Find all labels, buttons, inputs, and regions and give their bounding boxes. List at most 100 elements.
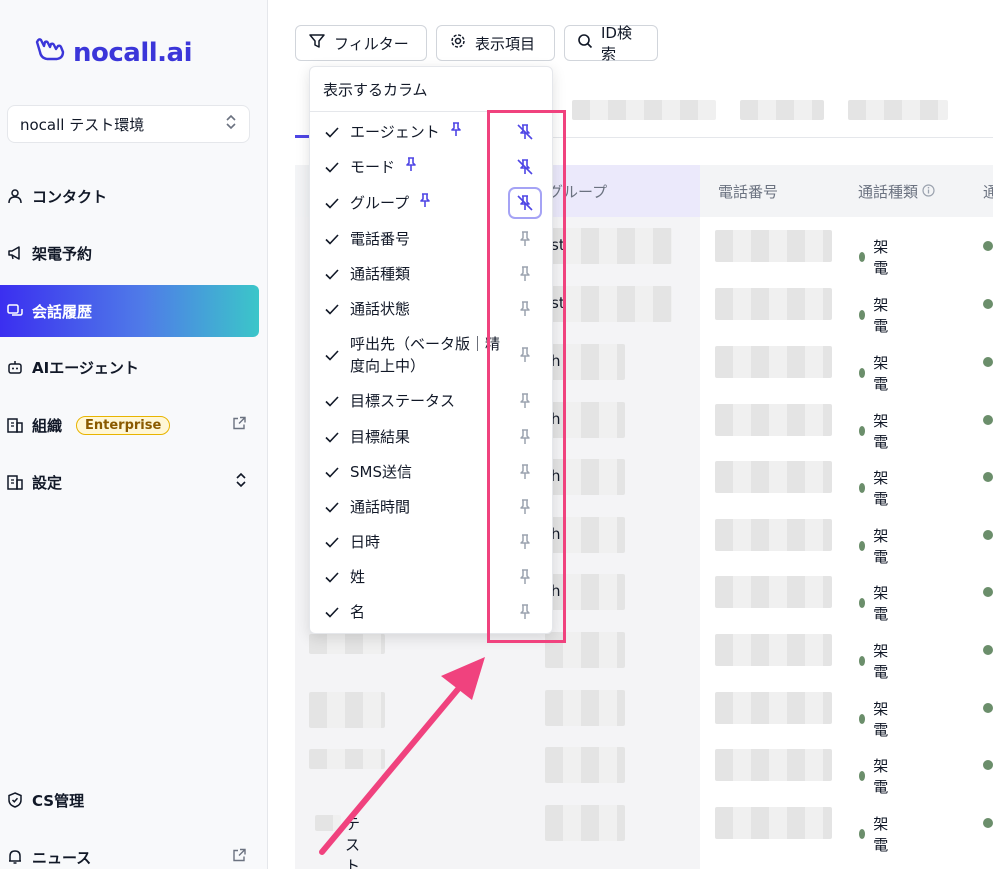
checkmark-icon[interactable] — [324, 534, 340, 550]
id-search-button-label: ID検索 — [601, 24, 632, 63]
sidebar-item-organization[interactable]: 組織 Enterprise — [0, 399, 259, 451]
sidebar-item-label: コンタクト — [32, 187, 108, 206]
call-type-label: 架電 — [873, 700, 889, 739]
status-dot — [859, 310, 866, 320]
column-option-label: 呼出先（ベータ版｜精度向上中） — [350, 335, 501, 375]
column-option-label: 通話種類 — [350, 265, 411, 283]
call-type-cell: 架電 — [859, 698, 892, 740]
checkmark-icon[interactable] — [324, 159, 340, 175]
megaphone-icon — [6, 244, 24, 262]
column-header-phone[interactable]: 電話番号 — [718, 181, 778, 202]
blurred-agent-cell — [309, 692, 385, 728]
column-header-label: 電話番号 — [718, 183, 779, 201]
agent-name-cell: テスト — [345, 815, 361, 869]
status-dot — [983, 530, 993, 540]
sidebar-item-call-schedule[interactable]: 架電予約 — [0, 227, 259, 279]
hand-logo-icon — [33, 36, 67, 70]
sidebar-item-label: ニュース — [32, 848, 92, 867]
checkmark-icon[interactable] — [324, 195, 340, 211]
status-dot — [983, 703, 993, 713]
pinned-indicator-icon — [448, 121, 464, 143]
pinned-indicator-icon — [417, 192, 433, 214]
environment-select-value: nocall テスト環境 — [20, 115, 145, 134]
call-type-cell: 架電 — [859, 582, 892, 624]
column-option-label: 目標ステータス — [350, 392, 456, 410]
call-type-label: 架電 — [873, 412, 889, 451]
column-header-partial[interactable]: 通 — [983, 181, 993, 202]
call-type-cell: 架電 — [859, 410, 892, 452]
call-type-label: 架電 — [873, 238, 889, 277]
checkmark-icon[interactable] — [324, 266, 340, 282]
sidebar-item-label: 会話履歴 — [32, 302, 93, 321]
id-search-button[interactable]: ID検索 — [564, 24, 658, 63]
checkmark-icon[interactable] — [324, 231, 340, 247]
sidebar-item-conversation-history[interactable]: 会話履歴 — [0, 285, 259, 337]
call-type-label: 架電 — [873, 757, 889, 796]
column-option-label: 通話状態 — [350, 300, 411, 318]
status-dot — [859, 426, 866, 436]
checkmark-icon[interactable] — [324, 301, 340, 317]
checkmark-icon[interactable] — [324, 124, 340, 140]
call-type-cell: 架電 — [859, 640, 892, 682]
column-option-label: 目標結果 — [350, 428, 411, 446]
active-tab-indicator — [295, 135, 309, 138]
checkmark-icon[interactable] — [324, 393, 340, 409]
status-dot — [983, 415, 993, 425]
blurred-phone-cell — [715, 749, 832, 781]
checkmark-icon[interactable] — [324, 429, 340, 445]
display-columns-button[interactable]: 表示項目 — [436, 25, 555, 61]
status-dot — [859, 656, 866, 666]
call-type-label: 架電 — [873, 354, 889, 393]
brand-logo[interactable]: nocall.ai — [33, 36, 193, 70]
checkmark-icon[interactable] — [324, 569, 340, 585]
tab-blurred[interactable] — [572, 100, 716, 120]
blurred-phone-cell — [715, 346, 832, 378]
pinned-indicator-icon — [403, 156, 419, 178]
column-header-call-type[interactable]: 通話種類 — [858, 181, 935, 202]
column-option-label: 電話番号 — [350, 230, 411, 248]
sidebar-item-news[interactable]: ニュース — [0, 831, 259, 869]
call-type-cell: 架電 — [859, 467, 892, 509]
call-type-label: 架電 — [873, 815, 889, 854]
info-icon[interactable] — [922, 183, 935, 201]
checkmark-icon[interactable] — [324, 347, 340, 363]
column-option-label: グループ — [350, 194, 410, 212]
sidebar-item-label: AIエージェント — [32, 358, 139, 377]
chevron-up-down-icon — [225, 114, 237, 134]
tab-blurred[interactable] — [740, 100, 824, 120]
blurred-phone-cell — [715, 807, 832, 839]
sidebar-item-ai-agent[interactable]: AIエージェント — [0, 341, 259, 393]
sidebar-item-contacts[interactable]: コンタクト — [0, 170, 259, 222]
column-header-label: 通 — [983, 183, 993, 201]
call-type-cell: 架電 — [859, 813, 892, 855]
status-dot — [859, 368, 866, 378]
environment-select[interactable]: nocall テスト環境 — [7, 105, 250, 143]
display-columns-button-label: 表示項目 — [475, 34, 536, 53]
chat-icon — [6, 302, 24, 320]
call-type-cell: 架電 — [859, 755, 892, 797]
filter-button[interactable]: フィルター — [295, 25, 427, 61]
call-type-cell: 架電 — [859, 525, 892, 567]
checkmark-icon[interactable] — [324, 464, 340, 480]
sidebar-item-label: 架電予約 — [32, 244, 93, 263]
external-link-icon — [232, 848, 247, 867]
column-option-label: 姓 — [350, 568, 366, 586]
status-dot — [983, 472, 993, 482]
blurred-group-cell — [545, 747, 625, 783]
column-option-label: 日時 — [350, 533, 381, 551]
checkmark-icon[interactable] — [324, 604, 340, 620]
sidebar-item-cs-management[interactable]: CS管理 — [0, 774, 259, 826]
building-icon — [6, 473, 24, 491]
status-dot — [983, 645, 993, 655]
blurred-agent-cell — [309, 749, 385, 769]
chevron-up-down-icon — [235, 472, 247, 492]
checkmark-icon[interactable] — [324, 499, 340, 515]
user-icon — [6, 187, 24, 205]
tab-blurred[interactable] — [848, 100, 948, 120]
blurred-phone-cell — [715, 576, 832, 608]
sidebar-item-settings[interactable]: 設定 — [0, 456, 259, 508]
call-type-label: 架電 — [873, 296, 889, 335]
status-dot — [983, 299, 993, 309]
gear-icon — [449, 32, 467, 54]
blurred-phone-cell — [715, 692, 832, 724]
